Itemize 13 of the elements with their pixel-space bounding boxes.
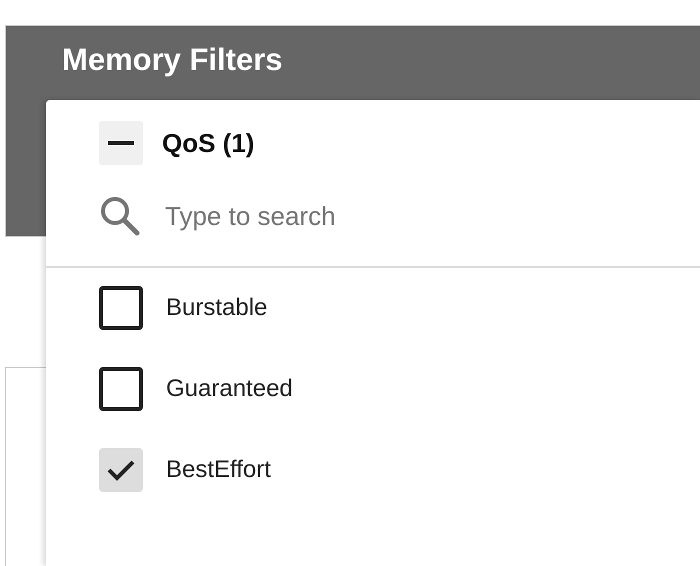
checkbox[interactable] — [99, 367, 143, 411]
collapse-button[interactable] — [99, 121, 143, 165]
checkbox[interactable] — [99, 448, 143, 492]
search-field[interactable]: Type to search — [165, 200, 565, 232]
option-label: Burstable — [166, 294, 268, 322]
minus-icon — [108, 141, 134, 145]
option-label: BestEffort — [166, 456, 271, 484]
header-title: Memory Filters — [62, 42, 283, 77]
check-icon — [106, 458, 136, 482]
group-label: QoS (1) — [162, 128, 254, 158]
search-icon — [99, 195, 141, 237]
checkbox[interactable] — [99, 286, 143, 330]
option-label: Guaranteed — [166, 375, 293, 403]
